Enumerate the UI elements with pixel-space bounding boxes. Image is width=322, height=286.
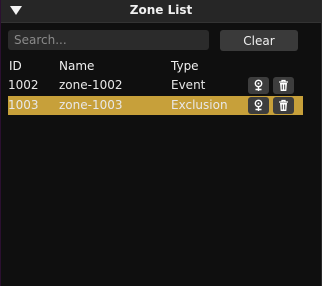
table-header: ID Name Type bbox=[1, 59, 301, 73]
cell-id: 1003 bbox=[8, 98, 39, 112]
trash-icon[interactable] bbox=[273, 77, 294, 94]
trash-icon[interactable] bbox=[273, 97, 294, 114]
column-header-name: Name bbox=[59, 59, 95, 73]
cell-name: zone-1003 bbox=[59, 98, 123, 112]
clear-button[interactable]: Clear bbox=[220, 30, 298, 51]
table-row[interactable]: 1002 zone-1002 Event bbox=[8, 76, 303, 95]
map-pin-icon[interactable] bbox=[248, 97, 269, 114]
cell-id: 1002 bbox=[8, 78, 39, 92]
map-pin-icon[interactable] bbox=[248, 77, 269, 94]
column-header-type: Type bbox=[171, 59, 199, 73]
cell-type: Exclusion bbox=[171, 98, 228, 112]
scrollbar[interactable] bbox=[311, 24, 319, 282]
zone-list-panel: Zone List Clear ID Name Type 1002 zone-1… bbox=[1, 0, 322, 286]
cell-type: Event bbox=[171, 78, 206, 92]
panel-titlebar: Zone List bbox=[1, 0, 321, 23]
cell-name: zone-1002 bbox=[59, 78, 123, 92]
table-row-selected[interactable]: 1003 zone-1003 Exclusion bbox=[8, 96, 303, 115]
search-input[interactable] bbox=[8, 30, 209, 50]
panel-title: Zone List bbox=[129, 3, 193, 17]
column-header-id: ID bbox=[9, 59, 22, 73]
